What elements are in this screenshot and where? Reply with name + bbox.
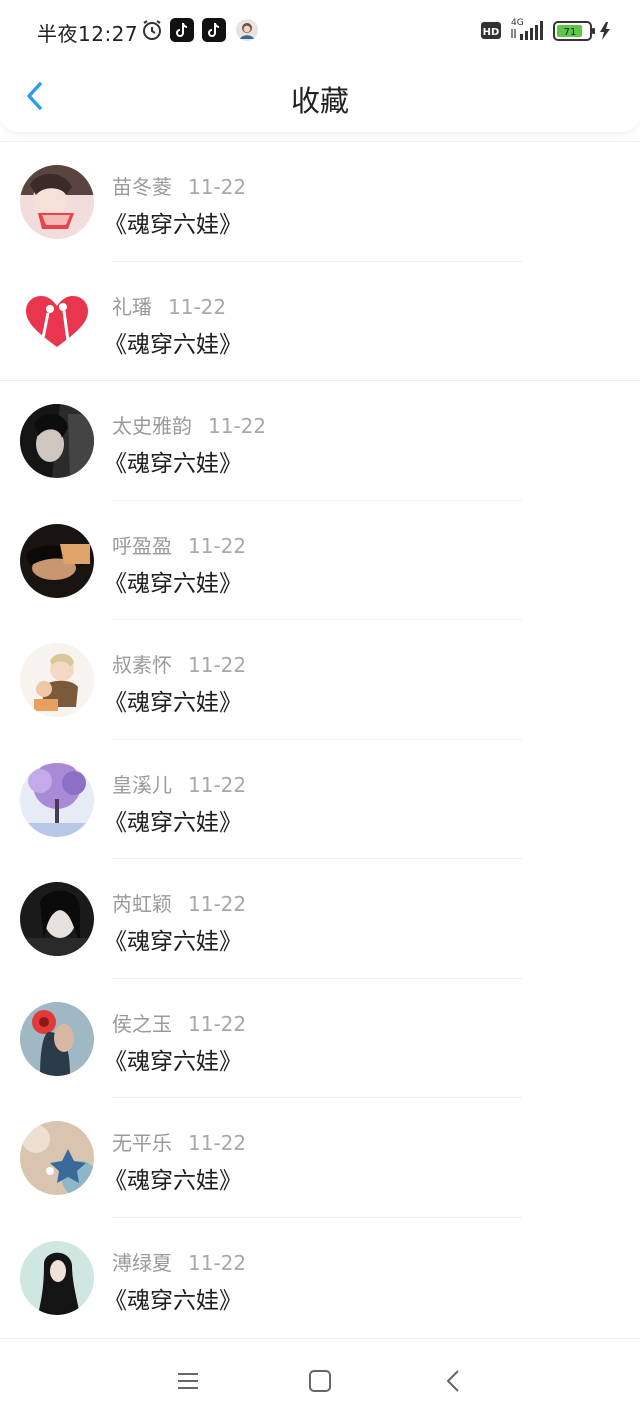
user-name: 叔素怀	[112, 653, 172, 677]
battery-icon: 71	[553, 20, 597, 46]
list-item[interactable]: 礼璠 11-22 《魂穿六娃》	[0, 262, 640, 381]
list-item[interactable]: 溥绿夏 11-22 《魂穿六娃》	[0, 1218, 640, 1338]
app-header: 收藏	[0, 62, 640, 132]
book-title[interactable]: 《魂穿六娃》	[104, 325, 242, 359]
favorite-meta: 无平乐 11-22	[112, 1127, 246, 1156]
favorites-list: 苗冬菱 11-22 《魂穿六娃》 礼璠 11-22 《魂穿六娃》 太史雅韵 11-22…	[0, 141, 640, 1337]
svg-text:71: 71	[564, 27, 577, 38]
book-title[interactable]: 《魂穿六娃》	[104, 1161, 242, 1195]
hd-icon: HD	[481, 22, 501, 43]
favorite-meta: 侯之玉 11-22	[112, 1008, 246, 1037]
list-item[interactable]: 侯之玉 11-22 《魂穿六娃》	[0, 979, 640, 1098]
favorite-date: 11-22	[208, 414, 267, 438]
avatar[interactable]	[20, 1121, 94, 1195]
svg-text:HD: HD	[483, 27, 500, 38]
user-name: 溥绿夏	[112, 1250, 172, 1275]
menu-icon	[178, 1373, 198, 1389]
profile-icon	[235, 18, 259, 42]
list-item[interactable]: 太史雅韵 11-22 《魂穿六娃》	[0, 381, 640, 501]
book-title[interactable]: 《魂穿六娃》	[104, 205, 242, 239]
charging-icon	[599, 22, 611, 44]
favorite-meta: 叔素怀 11-22	[112, 649, 246, 678]
favorite-date: 11-22	[188, 533, 247, 558]
book-title[interactable]: 《魂穿六娃》	[104, 683, 242, 717]
user-name: 侯之玉	[112, 1011, 172, 1036]
avatar[interactable]	[20, 882, 94, 956]
favorite-meta: 苗冬菱 11-22	[112, 171, 246, 200]
avatar[interactable]	[20, 284, 94, 359]
favorite-date: 11-22	[188, 892, 247, 916]
home-square-icon	[309, 1370, 331, 1392]
book-title[interactable]: 《魂穿六娃》	[104, 1042, 242, 1076]
user-name: 皇溪儿	[112, 772, 172, 797]
system-nav-bar	[0, 1338, 640, 1422]
menu-button[interactable]	[174, 1367, 202, 1395]
favorite-meta: 皇溪儿 11-22	[112, 769, 246, 798]
user-name: 无平乐	[112, 1131, 172, 1155]
home-button[interactable]	[306, 1367, 334, 1395]
book-title[interactable]: 《魂穿六娃》	[104, 1281, 242, 1315]
book-title[interactable]: 《魂穿六娃》	[104, 803, 242, 837]
favorite-meta: 太史雅韵 11-22	[112, 410, 266, 439]
list-item[interactable]: 苗冬菱 11-22 《魂穿六娃》	[0, 142, 640, 262]
favorite-date: 11-22	[168, 294, 227, 319]
avatar[interactable]	[20, 165, 94, 239]
user-name: 呼盈盈	[112, 533, 172, 558]
favorite-date: 11-22	[188, 1250, 247, 1275]
svg-text:4G: 4G	[511, 18, 524, 28]
list-item[interactable]: 呼盈盈 11-22 《魂穿六娃》	[0, 501, 640, 620]
favorite-date: 11-22	[188, 653, 247, 677]
favorite-meta: 芮虹颖 11-22	[112, 888, 246, 917]
favorite-date: 11-22	[188, 1011, 247, 1036]
avatar[interactable]	[20, 404, 94, 478]
user-name: 礼璠	[112, 294, 152, 319]
list-item[interactable]: 无平乐 11-22 《魂穿六娃》	[0, 1098, 640, 1218]
favorite-date: 11-22	[188, 772, 247, 797]
avatar[interactable]	[20, 1240, 94, 1315]
status-bar: 半夜12:27 HD 4G 71	[0, 0, 640, 62]
back-nav-button[interactable]	[440, 1367, 468, 1395]
list-item[interactable]: 皇溪儿 11-22 《魂穿六娃》	[0, 740, 640, 859]
avatar[interactable]	[20, 762, 94, 837]
avatar[interactable]	[20, 523, 94, 598]
back-triangle-icon	[447, 1370, 459, 1392]
book-title[interactable]: 《魂穿六娃》	[104, 564, 242, 598]
user-name: 太史雅韵	[112, 414, 192, 438]
status-time: 半夜12:27	[37, 22, 139, 46]
tiktok-icon	[170, 18, 194, 42]
book-title[interactable]: 《魂穿六娃》	[104, 922, 242, 956]
tiktok-icon	[202, 18, 226, 42]
favorite-date: 11-22	[188, 1131, 247, 1155]
alarm-icon	[140, 18, 164, 42]
user-name: 苗冬菱	[112, 175, 172, 199]
favorite-meta: 礼璠 11-22	[112, 291, 226, 320]
favorite-meta: 呼盈盈 11-22	[112, 530, 246, 559]
favorite-date: 11-22	[188, 175, 247, 199]
avatar[interactable]	[20, 643, 94, 717]
signal-icon: 4G	[510, 16, 546, 46]
list-item[interactable]: 芮虹颖 11-22 《魂穿六娃》	[0, 859, 640, 979]
favorite-meta: 溥绿夏 11-22	[112, 1247, 246, 1276]
user-name: 芮虹颖	[112, 892, 172, 916]
page-title: 收藏	[290, 84, 349, 118]
book-title[interactable]: 《魂穿六娃》	[104, 444, 242, 478]
avatar[interactable]	[20, 1001, 94, 1076]
list-item[interactable]: 叔素怀 11-22 《魂穿六娃》	[0, 620, 640, 740]
